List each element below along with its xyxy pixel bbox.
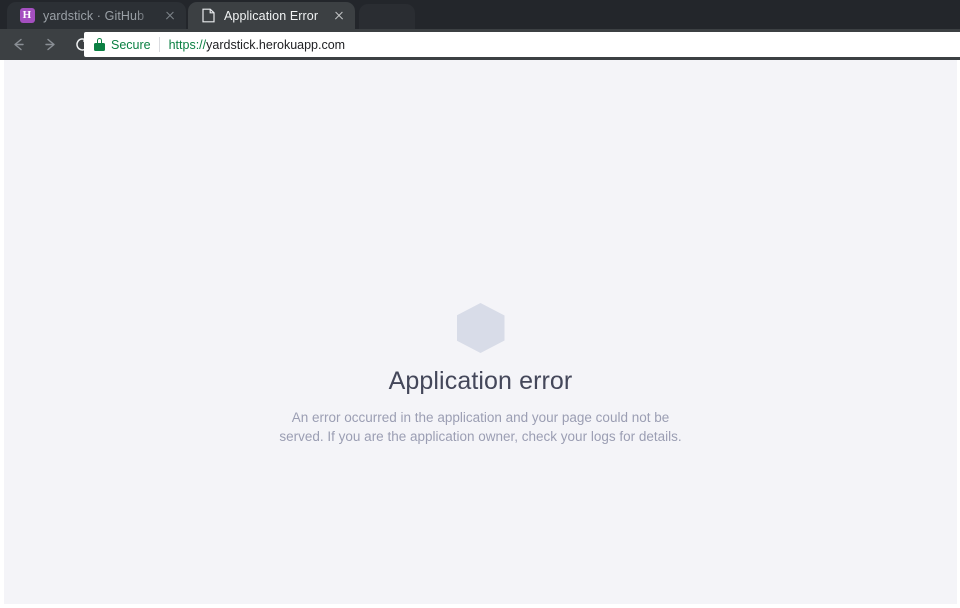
omnibox-divider	[158, 37, 160, 52]
forward-button[interactable]	[36, 31, 64, 59]
browser-toolbar: Secure https://yardstick.herokuapp.com	[0, 29, 960, 60]
tab-title: Application Error	[224, 8, 319, 23]
page-viewport: Application error An error occurred in t…	[4, 60, 957, 604]
tab-application-error[interactable]: Application Error	[188, 2, 355, 29]
security-status-label: Secure	[111, 37, 151, 52]
new-tab-button[interactable]	[359, 4, 415, 29]
close-icon[interactable]	[162, 8, 178, 24]
close-icon[interactable]	[331, 8, 347, 24]
document-page-icon	[200, 8, 216, 24]
error-description: An error occurred in the application and…	[279, 410, 682, 444]
tab-yardstick-github[interactable]: H yardstick · GitHub	[7, 2, 186, 29]
url-scheme: https://	[168, 37, 207, 52]
url-text: https://yardstick.herokuapp.com	[169, 38, 345, 52]
address-bar[interactable]: Secure https://yardstick.herokuapp.com	[84, 32, 960, 57]
hexagon-icon	[456, 303, 505, 353]
back-button[interactable]	[4, 31, 32, 59]
tab-title: yardstick · GitHub	[43, 8, 145, 23]
page-title: Application error	[388, 367, 573, 395]
browser-window: H yardstick · GitHub Application Error S…	[0, 0, 960, 608]
tab-strip: H yardstick · GitHub Application Error	[0, 0, 960, 29]
lock-icon	[94, 38, 105, 51]
browser-chrome: H yardstick · GitHub Application Error S…	[0, 0, 960, 60]
url-host: yardstick.herokuapp.com	[206, 37, 346, 52]
heroku-h-icon: H	[19, 8, 35, 24]
